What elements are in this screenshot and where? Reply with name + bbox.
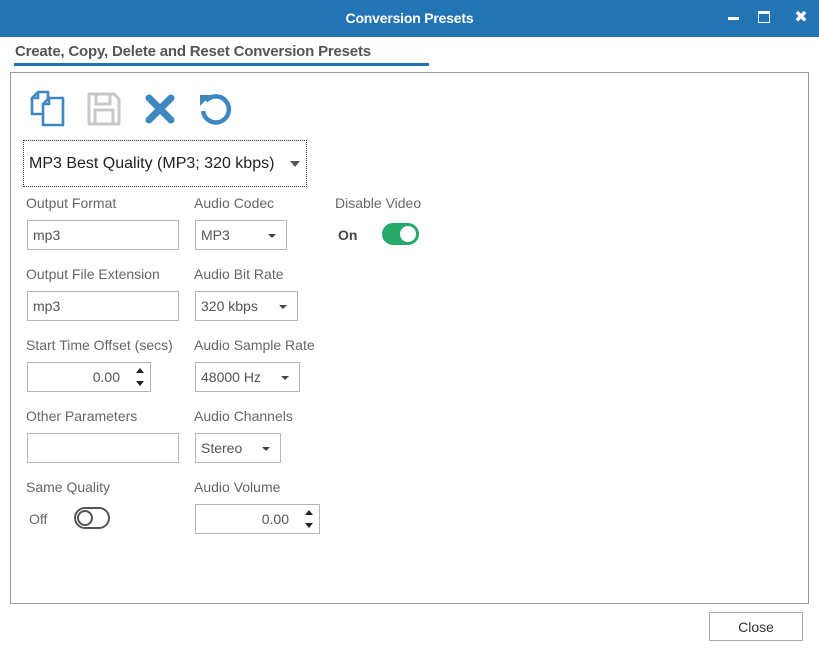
arrow-down-icon[interactable] (305, 523, 313, 528)
output-format-label: Output Format (26, 195, 117, 211)
same-quality-label: Same Quality (26, 479, 111, 495)
start-time-offset-spinner[interactable] (136, 368, 144, 386)
output-format-input[interactable]: mp3 (27, 220, 179, 250)
other-parameters-label: Other Parameters (26, 408, 138, 424)
output-file-extension-label: Output File Extension (26, 266, 160, 282)
audio-bit-rate-label: Audio Bit Rate (194, 266, 284, 282)
maximize-icon (758, 11, 770, 23)
section-underline (14, 63, 429, 66)
other-parameters-input[interactable] (27, 433, 179, 463)
preset-dropdown[interactable]: MP3 Best Quality (MP3; 320 kbps) (23, 140, 307, 187)
audio-sample-rate-value: 48000 Hz (201, 369, 261, 385)
audio-codec-label: Audio Codec (194, 195, 275, 211)
window-title: Conversion Presets (345, 10, 474, 26)
audio-volume-value: 0.00 (261, 511, 289, 527)
disable-video-toggle[interactable] (382, 223, 419, 245)
audio-channels-label: Audio Channels (194, 408, 293, 424)
copy-preset-button[interactable] (28, 89, 68, 129)
minimize-button[interactable] (721, 6, 745, 28)
chevron-down-icon (268, 234, 276, 238)
reset-icon (200, 94, 232, 125)
close-icon: ✖ (794, 9, 808, 26)
save-icon (87, 92, 121, 126)
chevron-down-icon (290, 161, 300, 167)
disable-video-state: On (338, 227, 358, 243)
audio-codec-dropdown[interactable]: MP3 (195, 220, 287, 250)
audio-channels-value: Stereo (201, 440, 243, 456)
audio-volume-spinner[interactable] (305, 510, 313, 528)
disable-video-label: Disable Video (335, 195, 422, 211)
start-time-offset-label: Start Time Offset (secs) (26, 337, 173, 353)
toggle-knob (400, 226, 416, 242)
output-format-value: mp3 (33, 227, 61, 243)
section-title: Create, Copy, Delete and Reset Conversio… (15, 43, 371, 60)
chevron-down-icon (279, 305, 287, 309)
save-preset-button[interactable] (84, 89, 124, 129)
chevron-down-icon (262, 447, 270, 451)
arrow-down-icon[interactable] (136, 381, 144, 386)
delete-preset-button[interactable] (140, 89, 180, 129)
window-close-button[interactable]: ✖ (789, 6, 813, 28)
delete-x-icon (145, 94, 175, 124)
output-file-extension-input[interactable]: mp3 (27, 291, 179, 321)
chevron-down-icon (281, 376, 289, 380)
maximize-button[interactable] (752, 6, 776, 28)
same-quality-toggle[interactable] (74, 507, 110, 529)
title-bar: Conversion Presets ✖ (0, 0, 819, 37)
reset-preset-button[interactable] (195, 89, 235, 129)
same-quality-state: Off (29, 511, 48, 527)
arrow-up-icon[interactable] (305, 510, 313, 515)
preset-selected-value: MP3 Best Quality (MP3; 320 kbps) (29, 154, 275, 172)
audio-sample-rate-dropdown[interactable]: 48000 Hz (195, 362, 300, 392)
audio-bit-rate-value: 320 kbps (201, 298, 258, 314)
start-time-offset-value: 0.00 (92, 369, 120, 385)
audio-volume-stepper[interactable]: 0.00 (195, 504, 320, 534)
close-button[interactable]: Close (709, 612, 803, 641)
audio-bit-rate-dropdown[interactable]: 320 kbps (195, 291, 298, 321)
minimize-icon (727, 16, 739, 20)
arrow-up-icon[interactable] (136, 368, 144, 373)
start-time-offset-stepper[interactable]: 0.00 (27, 362, 151, 392)
audio-codec-value: MP3 (201, 227, 230, 243)
toggle-knob (77, 510, 93, 526)
audio-sample-rate-label: Audio Sample Rate (194, 337, 315, 353)
audio-volume-label: Audio Volume (194, 479, 281, 495)
audio-channels-dropdown[interactable]: Stereo (195, 433, 281, 463)
output-file-extension-value: mp3 (33, 298, 61, 314)
copy-icon (30, 90, 65, 127)
